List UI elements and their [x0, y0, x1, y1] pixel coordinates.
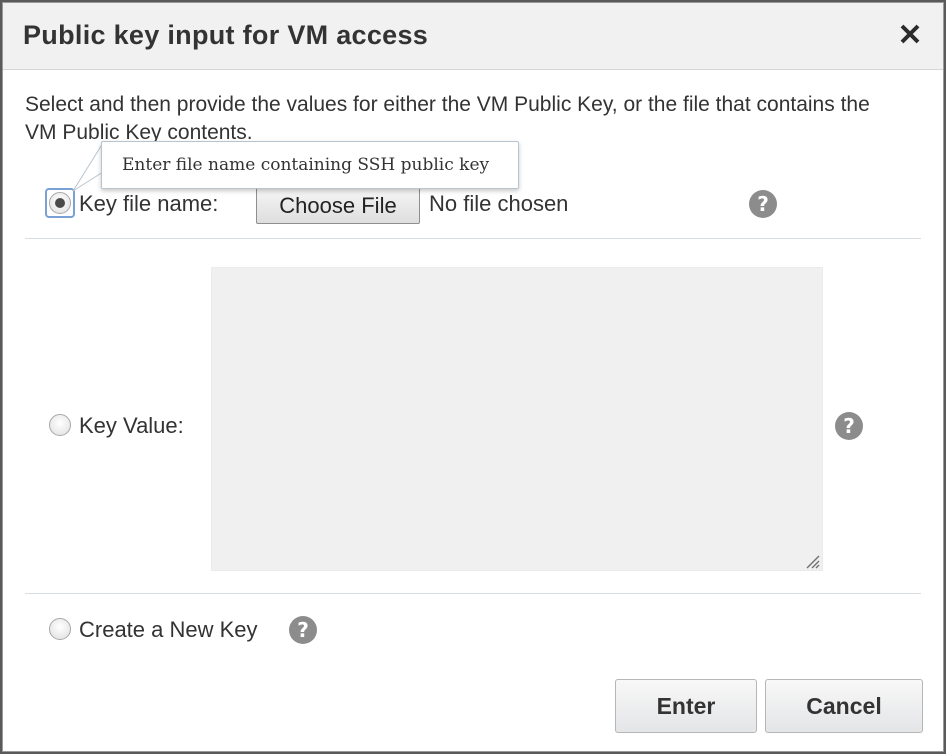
- close-icon[interactable]: [895, 19, 925, 49]
- public-key-dialog: Public key input for VM access Select an…: [2, 2, 944, 752]
- dialog-header: Public key input for VM access: [3, 3, 943, 70]
- key-file-label: Key file name:: [79, 191, 219, 216]
- key-value-label: Key Value:: [79, 413, 184, 438]
- divider: [25, 238, 921, 239]
- dialog-description: Select and then provide the values for e…: [25, 93, 870, 144]
- resize-grip-icon[interactable]: [803, 552, 821, 570]
- dialog-title: Public key input for VM access: [23, 20, 429, 50]
- key-file-radio[interactable]: [49, 192, 71, 214]
- enter-button[interactable]: Enter: [615, 679, 757, 733]
- question-icon[interactable]: ?: [835, 412, 863, 440]
- tooltip: Enter file name containing SSH public ke…: [101, 141, 519, 189]
- new-key-radio[interactable]: [49, 618, 71, 640]
- tooltip-pointer: [72, 142, 105, 192]
- choose-file-button[interactable]: Choose File: [256, 187, 420, 224]
- question-icon[interactable]: ?: [289, 616, 317, 644]
- divider: [25, 593, 921, 594]
- cancel-button[interactable]: Cancel: [765, 679, 923, 733]
- new-key-label: Create a New Key: [79, 617, 258, 642]
- question-icon[interactable]: ?: [749, 190, 777, 218]
- key-value-textarea[interactable]: [211, 267, 823, 571]
- file-status-text: No file chosen: [429, 191, 569, 216]
- key-value-radio[interactable]: [49, 414, 71, 436]
